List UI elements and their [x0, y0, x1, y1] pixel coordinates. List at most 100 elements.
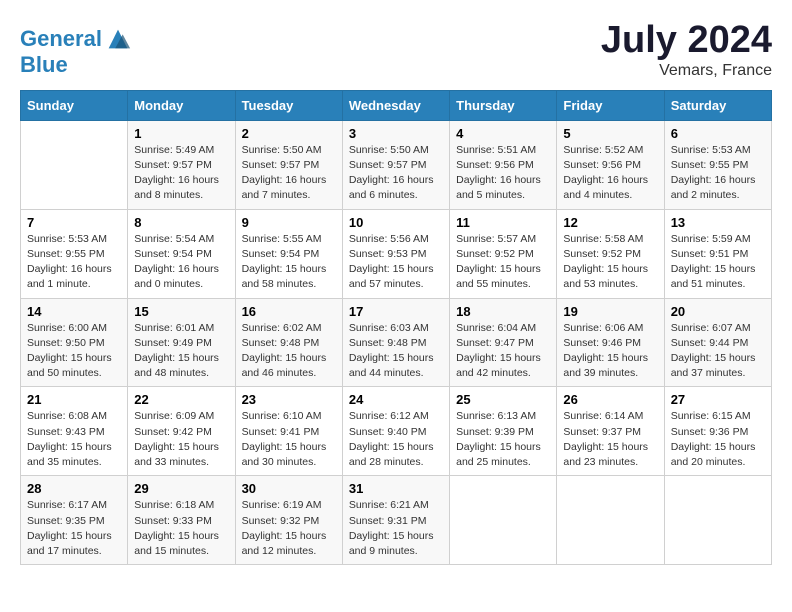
day-info: Sunrise: 6:09 AMSunset: 9:42 PMDaylight:…: [134, 409, 228, 470]
day-info: Sunrise: 6:12 AMSunset: 9:40 PMDaylight:…: [349, 409, 443, 470]
page-header: General Blue July 2024 Vemars, France: [20, 20, 772, 80]
day-info: Sunrise: 5:53 AMSunset: 9:55 PMDaylight:…: [27, 232, 121, 293]
calendar-cell: [21, 120, 128, 209]
day-number: 14: [27, 304, 121, 319]
week-row-2: 7 Sunrise: 5:53 AMSunset: 9:55 PMDaylight…: [21, 209, 772, 298]
logo: General Blue: [20, 25, 132, 77]
day-number: 31: [349, 481, 443, 496]
main-title: July 2024: [601, 20, 772, 62]
calendar-cell: 2 Sunrise: 5:50 AMSunset: 9:57 PMDaylight…: [235, 120, 342, 209]
day-number: 8: [134, 215, 228, 230]
calendar-cell: 19 Sunrise: 6:06 AMSunset: 9:46 PMDayligh…: [557, 298, 664, 387]
calendar-cell: 11Sunrise: 5:57 AMSunset: 9:52 PMDayligh…: [450, 209, 557, 298]
calendar-cell: 12 Sunrise: 5:58 AMSunset: 9:52 PMDayligh…: [557, 209, 664, 298]
day-info: Sunrise: 6:19 AMSunset: 9:32 PMDaylight:…: [242, 498, 336, 559]
weekday-header-friday: Friday: [557, 90, 664, 120]
day-number: 26: [563, 392, 657, 407]
week-row-4: 21Sunrise: 6:08 AMSunset: 9:43 PMDayligh…: [21, 387, 772, 476]
day-info: Sunrise: 6:03 AMSunset: 9:48 PMDaylight:…: [349, 321, 443, 382]
calendar-cell: 7 Sunrise: 5:53 AMSunset: 9:55 PMDaylight…: [21, 209, 128, 298]
calendar-cell: 9 Sunrise: 5:55 AMSunset: 9:54 PMDaylight…: [235, 209, 342, 298]
calendar-cell: 20 Sunrise: 6:07 AMSunset: 9:44 PMDayligh…: [664, 298, 771, 387]
day-info: Sunrise: 6:00 AMSunset: 9:50 PMDaylight:…: [27, 321, 121, 382]
calendar-cell: 21Sunrise: 6:08 AMSunset: 9:43 PMDayligh…: [21, 387, 128, 476]
day-number: 20: [671, 304, 765, 319]
day-number: 12: [563, 215, 657, 230]
weekday-header-thursday: Thursday: [450, 90, 557, 120]
day-info: Sunrise: 6:21 AMSunset: 9:31 PMDaylight:…: [349, 498, 443, 559]
day-info: Sunrise: 5:50 AMSunset: 9:57 PMDaylight:…: [242, 143, 336, 204]
weekday-header-wednesday: Wednesday: [342, 90, 449, 120]
calendar-cell: 27Sunrise: 6:15 AMSunset: 9:36 PMDayligh…: [664, 387, 771, 476]
day-info: Sunrise: 5:53 AMSunset: 9:55 PMDaylight:…: [671, 143, 765, 204]
weekday-header-tuesday: Tuesday: [235, 90, 342, 120]
weekday-header-row: SundayMondayTuesdayWednesdayThursdayFrid…: [21, 90, 772, 120]
day-number: 15: [134, 304, 228, 319]
day-info: Sunrise: 5:55 AMSunset: 9:54 PMDaylight:…: [242, 232, 336, 293]
calendar-cell: 14 Sunrise: 6:00 AMSunset: 9:50 PMDayligh…: [21, 298, 128, 387]
calendar-cell: 17 Sunrise: 6:03 AMSunset: 9:48 PMDayligh…: [342, 298, 449, 387]
logo-icon: [104, 25, 132, 53]
day-info: Sunrise: 6:04 AMSunset: 9:47 PMDaylight:…: [456, 321, 550, 382]
title-block: July 2024 Vemars, France: [601, 20, 772, 80]
day-info: Sunrise: 6:07 AMSunset: 9:44 PMDaylight:…: [671, 321, 765, 382]
calendar-cell: 31 Sunrise: 6:21 AMSunset: 9:31 PMDayligh…: [342, 476, 449, 565]
calendar-cell: 13 Sunrise: 5:59 AMSunset: 9:51 PMDayligh…: [664, 209, 771, 298]
calendar-table: SundayMondayTuesdayWednesdayThursdayFrid…: [20, 90, 772, 565]
day-info: Sunrise: 6:01 AMSunset: 9:49 PMDaylight:…: [134, 321, 228, 382]
logo-blue-text: Blue: [20, 53, 132, 77]
calendar-cell: 29 Sunrise: 6:18 AMSunset: 9:33 PMDayligh…: [128, 476, 235, 565]
day-info: Sunrise: 6:02 AMSunset: 9:48 PMDaylight:…: [242, 321, 336, 382]
calendar-cell: 18 Sunrise: 6:04 AMSunset: 9:47 PMDayligh…: [450, 298, 557, 387]
day-info: Sunrise: 5:52 AMSunset: 9:56 PMDaylight:…: [563, 143, 657, 204]
day-info: Sunrise: 6:14 AMSunset: 9:37 PMDaylight:…: [563, 409, 657, 470]
day-number: 13: [671, 215, 765, 230]
day-info: Sunrise: 5:54 AMSunset: 9:54 PMDaylight:…: [134, 232, 228, 293]
calendar-cell: 25 Sunrise: 6:13 AMSunset: 9:39 PMDayligh…: [450, 387, 557, 476]
day-number: 2: [242, 126, 336, 141]
day-info: Sunrise: 5:50 AMSunset: 9:57 PMDaylight:…: [349, 143, 443, 204]
day-number: 29: [134, 481, 228, 496]
day-info: Sunrise: 6:15 AMSunset: 9:36 PMDaylight:…: [671, 409, 765, 470]
calendar-cell: 3 Sunrise: 5:50 AMSunset: 9:57 PMDaylight…: [342, 120, 449, 209]
calendar-cell: 16 Sunrise: 6:02 AMSunset: 9:48 PMDayligh…: [235, 298, 342, 387]
day-number: 1: [134, 126, 228, 141]
day-number: 18: [456, 304, 550, 319]
day-number: 24: [349, 392, 443, 407]
day-info: Sunrise: 6:17 AMSunset: 9:35 PMDaylight:…: [27, 498, 121, 559]
weekday-header-sunday: Sunday: [21, 90, 128, 120]
day-info: Sunrise: 6:13 AMSunset: 9:39 PMDaylight:…: [456, 409, 550, 470]
day-info: Sunrise: 6:10 AMSunset: 9:41 PMDaylight:…: [242, 409, 336, 470]
day-number: 4: [456, 126, 550, 141]
calendar-cell: 28Sunrise: 6:17 AMSunset: 9:35 PMDayligh…: [21, 476, 128, 565]
day-info: Sunrise: 5:51 AMSunset: 9:56 PMDaylight:…: [456, 143, 550, 204]
calendar-cell: 22Sunrise: 6:09 AMSunset: 9:42 PMDayligh…: [128, 387, 235, 476]
day-info: Sunrise: 6:06 AMSunset: 9:46 PMDaylight:…: [563, 321, 657, 382]
calendar-cell: 23Sunrise: 6:10 AMSunset: 9:41 PMDayligh…: [235, 387, 342, 476]
calendar-cell: 10 Sunrise: 5:56 AMSunset: 9:53 PMDayligh…: [342, 209, 449, 298]
calendar-cell: 24 Sunrise: 6:12 AMSunset: 9:40 PMDayligh…: [342, 387, 449, 476]
day-info: Sunrise: 5:59 AMSunset: 9:51 PMDaylight:…: [671, 232, 765, 293]
day-number: 16: [242, 304, 336, 319]
week-row-3: 14 Sunrise: 6:00 AMSunset: 9:50 PMDayligh…: [21, 298, 772, 387]
calendar-cell: 15 Sunrise: 6:01 AMSunset: 9:49 PMDayligh…: [128, 298, 235, 387]
day-number: 25: [456, 392, 550, 407]
day-info: Sunrise: 5:56 AMSunset: 9:53 PMDaylight:…: [349, 232, 443, 293]
calendar-cell: 1Sunrise: 5:49 AMSunset: 9:57 PMDaylight…: [128, 120, 235, 209]
day-info: Sunrise: 5:58 AMSunset: 9:52 PMDaylight:…: [563, 232, 657, 293]
weekday-header-saturday: Saturday: [664, 90, 771, 120]
day-number: 9: [242, 215, 336, 230]
weekday-header-monday: Monday: [128, 90, 235, 120]
day-number: 21: [27, 392, 121, 407]
day-number: 17: [349, 304, 443, 319]
day-number: 3: [349, 126, 443, 141]
calendar-cell: [557, 476, 664, 565]
calendar-cell: 26 Sunrise: 6:14 AMSunset: 9:37 PMDayligh…: [557, 387, 664, 476]
day-number: 7: [27, 215, 121, 230]
day-info: Sunrise: 6:18 AMSunset: 9:33 PMDaylight:…: [134, 498, 228, 559]
day-number: 6: [671, 126, 765, 141]
day-number: 19: [563, 304, 657, 319]
day-number: 10: [349, 215, 443, 230]
subtitle: Vemars, France: [601, 62, 772, 80]
calendar-cell: 5Sunrise: 5:52 AMSunset: 9:56 PMDaylight…: [557, 120, 664, 209]
